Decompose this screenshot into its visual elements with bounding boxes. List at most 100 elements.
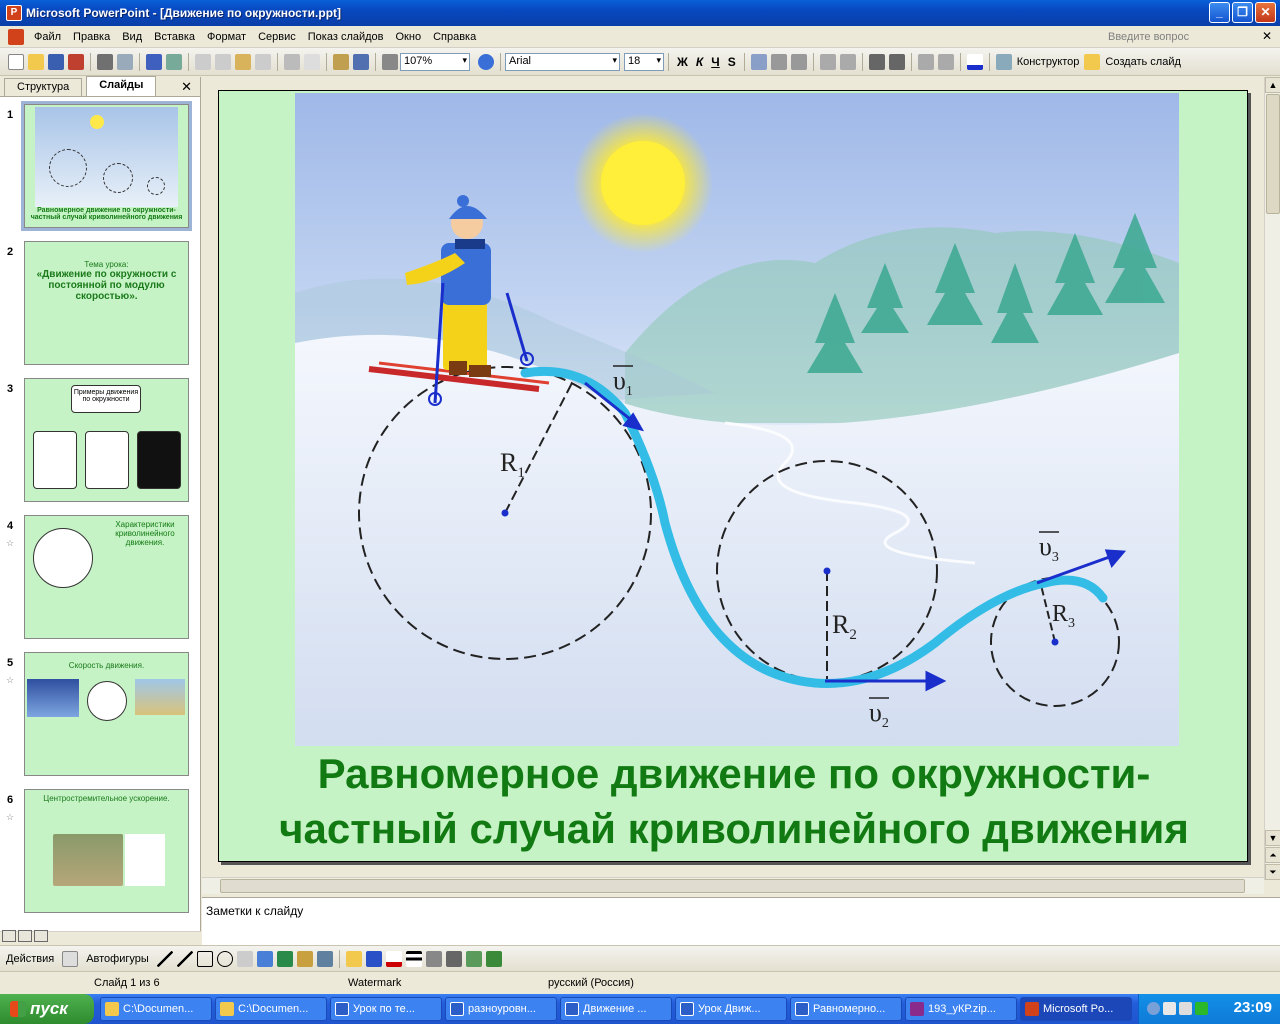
previous-slide-icon[interactable]: ⏶ bbox=[1265, 847, 1280, 863]
taskbar-item[interactable]: 193_уКР.zip... bbox=[905, 997, 1017, 1021]
antivirus-icon[interactable] bbox=[1195, 1002, 1208, 1015]
taskbar-item[interactable]: Урок Движ... bbox=[675, 997, 787, 1021]
taskbar-item[interactable]: Урок по те... bbox=[330, 997, 442, 1021]
menu-insert[interactable]: Вставка bbox=[148, 31, 201, 43]
line-color-icon[interactable] bbox=[365, 950, 382, 967]
grid-icon[interactable] bbox=[382, 53, 398, 70]
normal-view-icon[interactable] bbox=[2, 930, 16, 942]
menu-help[interactable]: Справка bbox=[427, 31, 482, 43]
network-icon[interactable] bbox=[1147, 1002, 1160, 1015]
current-slide[interactable]: R1 R2 R3 υ1 υ2 υ3 Равномерное движение п… bbox=[218, 90, 1248, 862]
arrow-icon[interactable] bbox=[176, 950, 193, 967]
bullets-icon[interactable] bbox=[839, 53, 856, 70]
close-panel-icon[interactable]: ✕ bbox=[181, 79, 192, 95]
vertical-scrollbar[interactable]: ▲ ▼ ⏶ ⏷ bbox=[1264, 77, 1280, 880]
document-icon[interactable] bbox=[8, 28, 24, 45]
new-slide-button[interactable]: Создать слайд bbox=[1102, 56, 1183, 68]
copy-icon[interactable] bbox=[215, 53, 231, 70]
fill-color-icon[interactable] bbox=[345, 950, 362, 967]
tab-outline[interactable]: Структура bbox=[4, 78, 83, 96]
print-icon[interactable] bbox=[97, 53, 113, 70]
tab-slides[interactable]: Слайды bbox=[86, 76, 157, 96]
actions-menu[interactable]: Действия bbox=[0, 953, 60, 965]
designer-icon[interactable] bbox=[995, 53, 1012, 70]
line-style-icon[interactable] bbox=[405, 950, 422, 967]
paste-icon[interactable] bbox=[235, 53, 251, 70]
underline-button[interactable]: Ч bbox=[707, 55, 723, 69]
permission-icon[interactable] bbox=[68, 53, 84, 70]
diagram-icon[interactable] bbox=[276, 950, 293, 967]
align-right-icon[interactable] bbox=[790, 53, 807, 70]
dash-style-icon[interactable] bbox=[425, 950, 442, 967]
arrow-style-icon[interactable] bbox=[445, 950, 462, 967]
decrease-indent-icon[interactable] bbox=[917, 53, 934, 70]
line-icon[interactable] bbox=[156, 950, 173, 967]
help-question-input[interactable]: Введите вопрос bbox=[1104, 29, 1254, 45]
spelling-icon[interactable] bbox=[146, 53, 162, 70]
align-center-icon[interactable] bbox=[770, 53, 787, 70]
maximize-button[interactable]: ❐ bbox=[1232, 2, 1253, 23]
font-color-icon[interactable] bbox=[966, 53, 983, 70]
shadow-button[interactable]: S bbox=[724, 55, 740, 69]
menu-format[interactable]: Формат bbox=[201, 31, 252, 43]
undo-icon[interactable] bbox=[284, 53, 300, 70]
slide-thumbnail-5[interactable]: Скорость движения. bbox=[24, 652, 189, 776]
new-icon[interactable] bbox=[8, 53, 24, 70]
research-icon[interactable] bbox=[166, 53, 182, 70]
close-button[interactable]: ✕ bbox=[1255, 2, 1276, 23]
numbering-icon[interactable] bbox=[819, 53, 836, 70]
scroll-up-icon[interactable]: ▲ bbox=[1265, 77, 1280, 93]
taskbar-item[interactable]: Движение ... bbox=[560, 997, 672, 1021]
italic-button[interactable]: К bbox=[692, 55, 707, 69]
zoom-select[interactable]: 107% bbox=[400, 52, 470, 71]
powerpoint-app-icon[interactable]: P bbox=[6, 5, 22, 21]
increase-indent-icon[interactable] bbox=[937, 53, 954, 70]
insert-table-icon[interactable] bbox=[353, 53, 369, 70]
oval-icon[interactable] bbox=[216, 950, 233, 967]
align-left-icon[interactable] bbox=[750, 53, 767, 70]
start-button[interactable]: пуск bbox=[0, 994, 94, 1024]
language-icon[interactable] bbox=[1179, 1002, 1192, 1015]
increase-font-icon[interactable] bbox=[868, 53, 885, 70]
font-size-select[interactable]: 18 bbox=[624, 52, 664, 71]
shadow-style-icon[interactable] bbox=[465, 950, 482, 967]
slide-thumbnail-1[interactable]: Равномерное движение по окружности- част… bbox=[21, 101, 192, 231]
open-icon[interactable] bbox=[28, 53, 44, 70]
taskbar-item[interactable]: C:\Documen... bbox=[215, 997, 327, 1021]
taskbar-item[interactable]: Равномерно... bbox=[790, 997, 902, 1021]
decrease-font-icon[interactable] bbox=[888, 53, 905, 70]
menu-edit[interactable]: Правка bbox=[67, 31, 116, 43]
designer-button[interactable]: Конструктор bbox=[1014, 56, 1083, 68]
rectangle-icon[interactable] bbox=[196, 950, 213, 967]
slide-thumbnail-3[interactable]: Примеры движения по окружности bbox=[24, 378, 189, 502]
slide-title[interactable]: Равномерное движение по окружности- част… bbox=[219, 746, 1247, 856]
scroll-thumb[interactable] bbox=[1266, 94, 1280, 214]
redo-icon[interactable] bbox=[304, 53, 320, 70]
insert-chart-icon[interactable] bbox=[333, 53, 349, 70]
menu-view[interactable]: Вид bbox=[116, 31, 148, 43]
scroll-thumb[interactable] bbox=[220, 879, 1245, 893]
bold-button[interactable]: Ж bbox=[673, 55, 692, 69]
new-slide-icon[interactable] bbox=[1084, 53, 1101, 70]
next-slide-icon[interactable]: ⏷ bbox=[1265, 864, 1280, 880]
picture-icon[interactable] bbox=[316, 950, 333, 967]
slideshow-icon[interactable] bbox=[34, 930, 48, 942]
close-document-icon[interactable]: ✕ bbox=[1262, 29, 1272, 43]
font-color-icon[interactable] bbox=[385, 950, 402, 967]
horizontal-scrollbar[interactable] bbox=[202, 877, 1264, 894]
taskbar-item-active[interactable]: Microsoft Po... bbox=[1020, 997, 1132, 1021]
scroll-down-icon[interactable]: ▼ bbox=[1265, 830, 1280, 846]
print-preview-icon[interactable] bbox=[117, 53, 133, 70]
tray-app-icon[interactable] bbox=[1163, 1002, 1176, 1015]
slide-thumbnail-2[interactable]: Тема урока: «Движение по окружности с по… bbox=[24, 241, 189, 365]
taskbar-item[interactable]: C:\Documen... bbox=[100, 997, 212, 1021]
select-arrow-icon[interactable] bbox=[62, 950, 79, 967]
font-select[interactable]: Arial bbox=[505, 52, 620, 71]
menu-tools[interactable]: Сервис bbox=[252, 31, 302, 43]
format-painter-icon[interactable] bbox=[255, 53, 271, 70]
3d-style-icon[interactable] bbox=[485, 950, 502, 967]
menu-window[interactable]: Окно bbox=[390, 31, 428, 43]
notes-pane[interactable]: Заметки к слайду bbox=[202, 897, 1280, 945]
taskbar-item[interactable]: разноуровн... bbox=[445, 997, 557, 1021]
wordart-icon[interactable] bbox=[256, 950, 273, 967]
